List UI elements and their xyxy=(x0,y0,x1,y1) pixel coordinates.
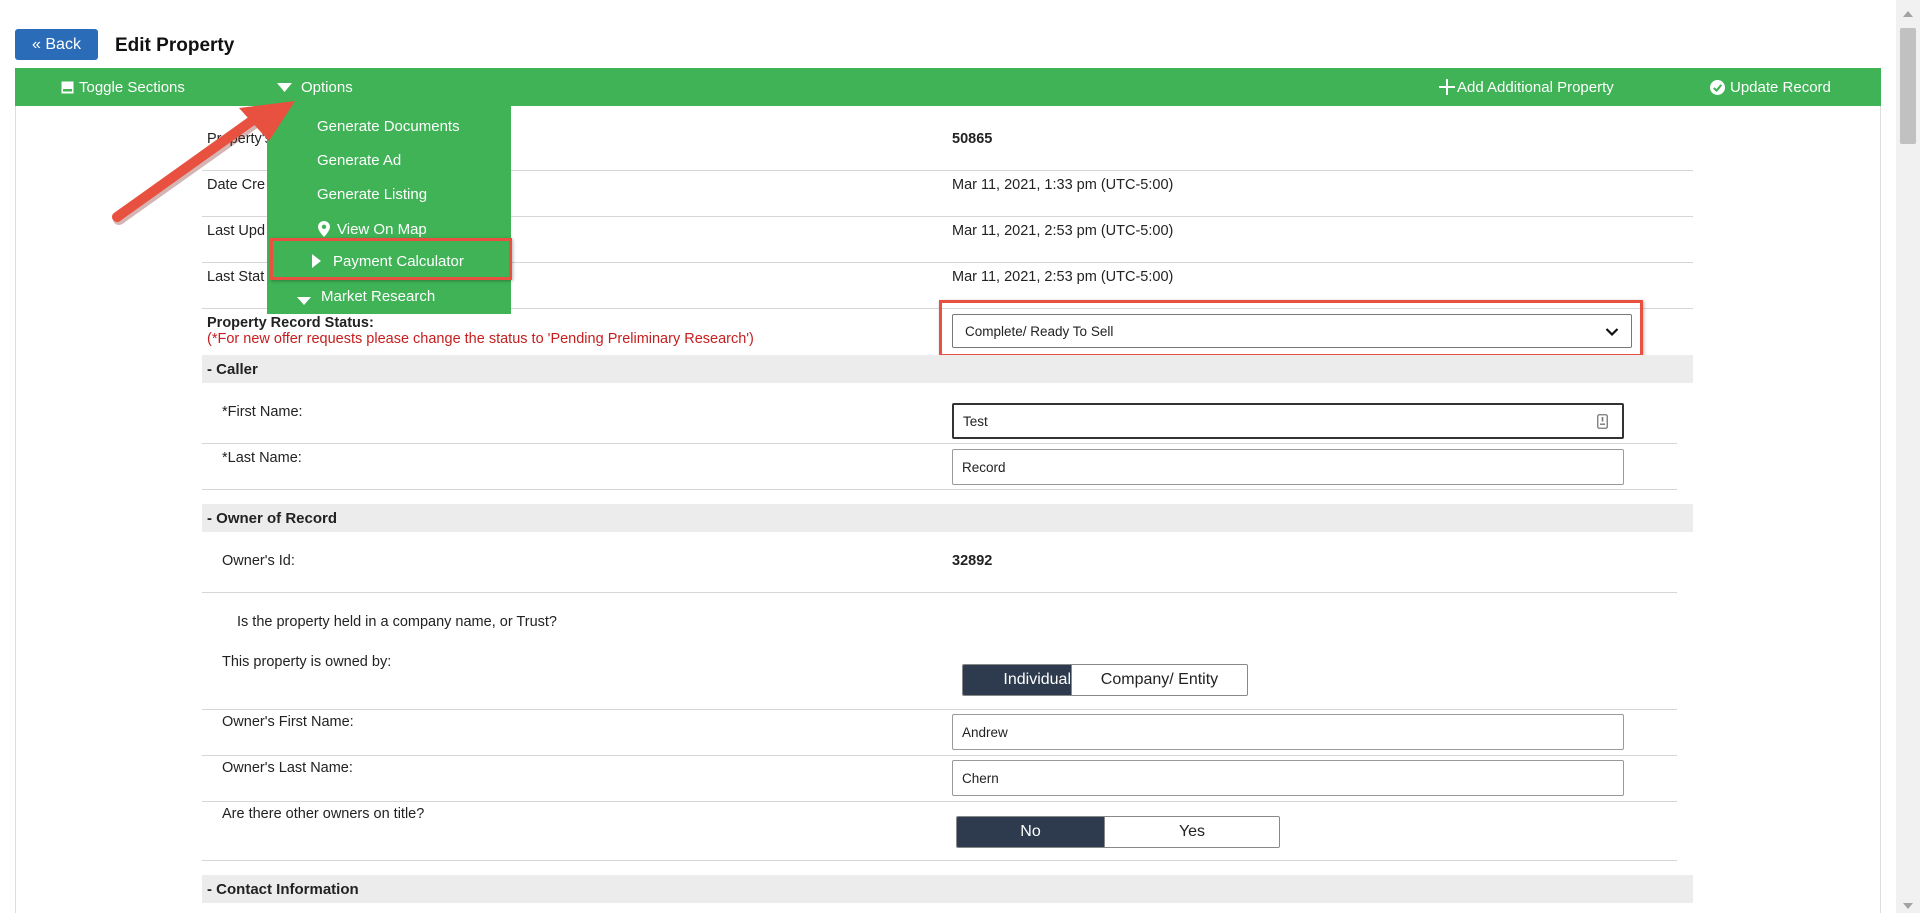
company-question: Is the property held in a company name, … xyxy=(237,614,557,630)
annotation-arrow xyxy=(112,101,295,225)
owned-by-label: This property is owned by: xyxy=(222,654,392,670)
caller-first-name-value: Test xyxy=(963,413,988,429)
row-divider xyxy=(202,755,1677,756)
contact-section-header[interactable]: - Contact Information xyxy=(202,875,1693,903)
update-record-button[interactable]: Update Record xyxy=(1710,68,1831,106)
caret-down-icon xyxy=(297,292,311,309)
owner-section-header[interactable]: - Owner of Record xyxy=(202,504,1693,532)
property-id-value: 50865 xyxy=(952,131,993,147)
other-owners-no[interactable]: No xyxy=(957,817,1104,847)
scroll-up-icon[interactable] xyxy=(1902,6,1914,22)
back-button[interactable]: « Back xyxy=(15,29,98,60)
row-divider xyxy=(202,443,1677,444)
owned-by-company[interactable]: Company/ Entity xyxy=(1071,665,1247,695)
menu-item-label: Generate Listing xyxy=(317,185,428,203)
vertical-scrollbar[interactable] xyxy=(1896,0,1920,913)
owner-last-name-input[interactable]: Chern xyxy=(952,760,1624,796)
row-divider xyxy=(202,801,1677,802)
payment-calculator-highlight xyxy=(270,238,512,280)
menu-item-label: Market Research xyxy=(321,287,436,305)
owner-first-name-label: Owner's First Name: xyxy=(222,714,354,730)
record-status-label: Property Record Status: xyxy=(207,315,374,331)
caller-section-header[interactable]: - Caller xyxy=(202,355,1693,383)
row-divider xyxy=(202,592,1677,593)
update-record-label: Update Record xyxy=(1730,78,1831,96)
menu-item-label: View On Map xyxy=(337,220,427,238)
plus-icon xyxy=(1439,79,1455,95)
owner-first-name-value: Andrew xyxy=(962,724,1008,740)
toggle-sections-icon xyxy=(61,81,74,94)
menu-market-research[interactable]: Market Research xyxy=(267,279,511,313)
menu-item-label: Generate Documents xyxy=(317,117,460,135)
chevron-down-icon xyxy=(1605,325,1619,340)
owner-id-label: Owner's Id: xyxy=(222,553,295,569)
last-updated-value: Mar 11, 2021, 2:53 pm (UTC-5:00) xyxy=(952,223,1174,239)
page-title: Edit Property xyxy=(115,35,235,56)
toggle-sections-label: Toggle Sections xyxy=(79,78,185,96)
caller-first-name-input[interactable]: Test xyxy=(952,403,1624,439)
record-status-note: (*For new offer requests please change t… xyxy=(207,331,754,347)
last-status-label: Last Stat xyxy=(207,269,265,285)
row-divider xyxy=(202,860,1677,861)
owner-id-value: 32892 xyxy=(952,553,993,569)
owner-last-name-value: Chern xyxy=(962,770,999,786)
other-owners-yes[interactable]: Yes xyxy=(1104,817,1279,847)
contact-card-icon[interactable] xyxy=(1597,414,1608,432)
record-status-select[interactable]: Complete/ Ready To Sell xyxy=(952,314,1632,348)
row-divider xyxy=(202,489,1677,490)
last-status-value: Mar 11, 2021, 2:53 pm (UTC-5:00) xyxy=(952,269,1174,285)
caller-last-name-input[interactable]: Record xyxy=(952,449,1624,485)
menu-item-label: Generate Ad xyxy=(317,151,402,169)
options-label: Options xyxy=(301,78,353,96)
other-owners-toggle[interactable]: No Yes xyxy=(956,816,1280,848)
scrollbar-thumb[interactable] xyxy=(1900,28,1916,144)
other-owners-label: Are there other owners on title? xyxy=(222,806,425,822)
check-circle-icon xyxy=(1710,79,1725,95)
date-created-value: Mar 11, 2021, 1:33 pm (UTC-5:00) xyxy=(952,177,1174,193)
caller-last-name-value: Record xyxy=(962,459,1006,475)
owned-by-toggle[interactable]: Individual Company/ Entity xyxy=(962,664,1248,696)
caller-last-name-label: *Last Name: xyxy=(222,450,302,466)
scroll-down-icon[interactable] xyxy=(1902,898,1914,913)
row-divider xyxy=(202,709,1677,710)
owner-last-name-label: Owner's Last Name: xyxy=(222,760,353,776)
owner-first-name-input[interactable]: Andrew xyxy=(952,714,1624,750)
add-property-button[interactable]: Add Additional Property xyxy=(1439,68,1614,106)
add-property-label: Add Additional Property xyxy=(1457,78,1614,96)
caller-first-name-label: *First Name: xyxy=(222,404,303,420)
owned-by-individual[interactable]: Individual xyxy=(963,665,1071,695)
record-status-value: Complete/ Ready To Sell xyxy=(965,323,1114,339)
caret-down-icon xyxy=(277,82,292,92)
